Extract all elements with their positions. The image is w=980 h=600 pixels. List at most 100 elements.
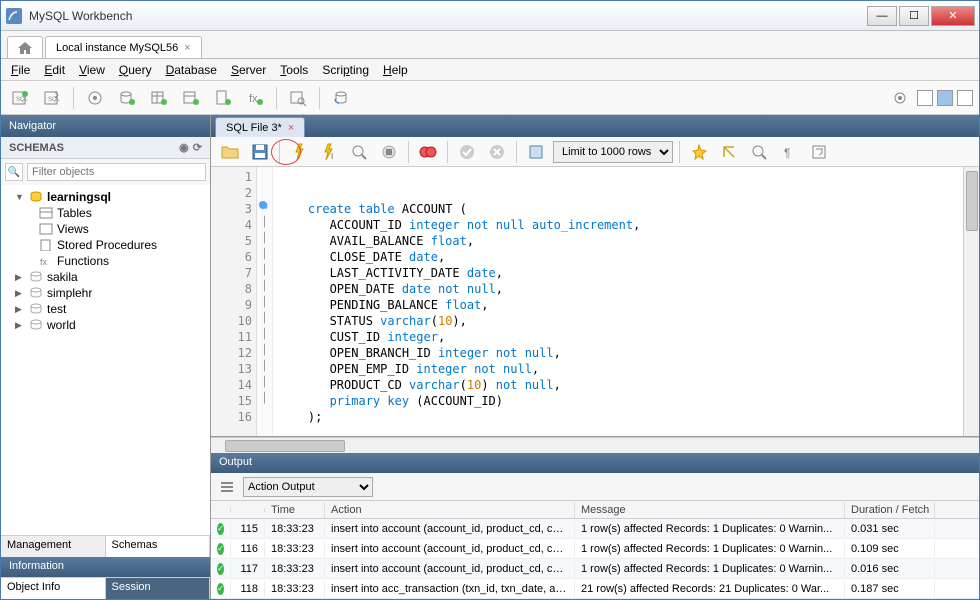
- toggle-limit-button[interactable]: [523, 139, 549, 165]
- menu-database[interactable]: Database: [166, 63, 217, 77]
- output-row[interactable]: ✓11618:33:23insert into account (account…: [211, 539, 979, 559]
- toggle-autocommit-button[interactable]: [415, 139, 441, 165]
- db-simplehr[interactable]: ▶simplehr: [3, 285, 208, 301]
- settings-gear-icon[interactable]: [887, 85, 913, 111]
- menu-query[interactable]: Query: [119, 63, 152, 77]
- editor-vscrollbar[interactable]: [963, 167, 979, 436]
- close-button[interactable]: ✕: [931, 6, 975, 26]
- explain-button[interactable]: [346, 139, 372, 165]
- beautify-button[interactable]: [686, 139, 712, 165]
- tab-schemas[interactable]: Schemas: [106, 536, 211, 557]
- connection-tabstrip: Local instance MySQL56 ×: [1, 31, 979, 59]
- menu-file[interactable]: File: [11, 63, 30, 77]
- find-button[interactable]: [716, 139, 742, 165]
- navigator-panel: Navigator SCHEMAS ◉ ⟳ 🔍 ▼ learningsql: [1, 115, 211, 599]
- inspector-button[interactable]: [82, 85, 108, 111]
- folder-views[interactable]: Views: [3, 221, 208, 237]
- execute-button[interactable]: [286, 139, 312, 165]
- svg-text:SQL: SQL: [16, 97, 29, 103]
- tab-object-info[interactable]: Object Info: [1, 578, 106, 599]
- new-table-button[interactable]: [146, 85, 172, 111]
- breakpoint-marker: [259, 201, 267, 209]
- execute-current-button[interactable]: I: [316, 139, 342, 165]
- folder-tables[interactable]: Tables: [3, 205, 208, 221]
- sql-file-tab[interactable]: SQL File 3* ×: [215, 117, 305, 137]
- schemas-refresh-icon[interactable]: ⟳: [193, 141, 202, 154]
- main-area: SQL File 3* × I Limit to: [211, 115, 979, 599]
- connection-tab[interactable]: Local instance MySQL56 ×: [45, 36, 202, 58]
- svg-text:I: I: [331, 152, 333, 161]
- wrap-button[interactable]: [806, 139, 832, 165]
- toggle-sidebar-button[interactable]: [917, 90, 933, 106]
- navigator-bottom-tabs: Management Schemas: [1, 535, 210, 557]
- menu-tools[interactable]: Tools: [280, 63, 308, 77]
- menu-server[interactable]: Server: [231, 63, 266, 77]
- connection-tab-close-icon[interactable]: ×: [184, 42, 190, 54]
- db-learningsql[interactable]: ▼ learningsql: [3, 189, 208, 205]
- schemas-eye-icon[interactable]: ◉: [179, 141, 189, 154]
- window-controls: — ☐ ✕: [867, 6, 975, 26]
- sql-tab-close-icon[interactable]: ×: [288, 122, 294, 134]
- filter-row: 🔍: [1, 159, 210, 185]
- commit-button[interactable]: [454, 139, 480, 165]
- open-file-button[interactable]: [217, 139, 243, 165]
- minimize-button[interactable]: —: [867, 6, 897, 26]
- db-sakila[interactable]: ▶sakila: [3, 269, 208, 285]
- search-icon-button[interactable]: [746, 139, 772, 165]
- procedures-icon: [39, 239, 53, 251]
- folder-functions[interactable]: fxFunctions: [3, 253, 208, 269]
- home-tab[interactable]: [7, 36, 43, 58]
- sql-tab-label: SQL File 3*: [226, 122, 282, 134]
- output-row[interactable]: ✓11818:33:23insert into acc_transaction …: [211, 579, 979, 599]
- menu-view[interactable]: View: [79, 63, 105, 77]
- svg-text:fx: fx: [40, 257, 48, 267]
- schemas-header: SCHEMAS ◉ ⟳: [1, 137, 210, 159]
- tab-management[interactable]: Management: [1, 536, 106, 557]
- new-schema-button[interactable]: [114, 85, 140, 111]
- line-gutter: 12345678910111213141516: [211, 167, 257, 436]
- output-row[interactable]: ✓11718:33:23insert into account (account…: [211, 559, 979, 579]
- toggle-output-button[interactable]: [957, 90, 973, 106]
- database-icon: [29, 191, 43, 203]
- new-function-button[interactable]: fx: [242, 85, 268, 111]
- row-limit-select[interactable]: Limit to 1000 rows: [553, 141, 673, 163]
- menu-help[interactable]: Help: [383, 63, 408, 77]
- output-row[interactable]: ✓11518:33:23insert into account (account…: [211, 519, 979, 539]
- views-icon: [39, 223, 53, 235]
- db-world[interactable]: ▶world: [3, 317, 208, 333]
- toggle-invisible-button[interactable]: ¶: [776, 139, 802, 165]
- output-type-select[interactable]: Action Output: [243, 477, 373, 497]
- save-button[interactable]: [247, 139, 273, 165]
- editor-hscrollbar[interactable]: [211, 437, 979, 453]
- tab-session[interactable]: Session: [106, 578, 211, 599]
- output-menu-button[interactable]: [217, 477, 237, 497]
- menu-edit[interactable]: Edit: [44, 63, 65, 77]
- stop-button[interactable]: [376, 139, 402, 165]
- filter-search-icon[interactable]: 🔍: [5, 163, 23, 181]
- tables-icon: [39, 207, 53, 219]
- new-procedure-button[interactable]: [210, 85, 236, 111]
- maximize-button[interactable]: ☐: [899, 6, 929, 26]
- reconnect-button[interactable]: [328, 85, 354, 111]
- sql-editor[interactable]: 12345678910111213141516 ⊟││││││││││││ cr…: [211, 167, 979, 437]
- app-window: MySQL Workbench — ☐ ✕ Local instance MyS…: [0, 0, 980, 600]
- folder-stored-procedures[interactable]: Stored Procedures: [3, 237, 208, 253]
- search-table-data-button[interactable]: [285, 85, 311, 111]
- new-view-button[interactable]: [178, 85, 204, 111]
- titlebar: MySQL Workbench — ☐ ✕: [1, 1, 979, 31]
- filter-objects-input[interactable]: [27, 163, 206, 181]
- menu-scripting[interactable]: Scripting: [322, 63, 369, 77]
- schema-tree: ▼ learningsql Tables Views Stored Proced…: [1, 185, 210, 535]
- open-sql-button[interactable]: SQL: [39, 85, 65, 111]
- output-grid-header: Time Action Message Duration / Fetch: [211, 501, 979, 519]
- svg-text:fx: fx: [249, 93, 258, 105]
- code-area[interactable]: create table ACCOUNT ( ACCOUNT_ID intege…: [273, 167, 963, 436]
- toggle-secondary-button[interactable]: [937, 90, 953, 106]
- new-sql-tab-button[interactable]: SQL: [7, 85, 33, 111]
- navigator-header: Navigator: [1, 115, 210, 137]
- rollback-button[interactable]: [484, 139, 510, 165]
- db-test[interactable]: ▶test: [3, 301, 208, 317]
- output-toolbar: Action Output: [211, 473, 979, 501]
- app-title: MySQL Workbench: [29, 9, 867, 23]
- output-header: Output: [211, 453, 979, 473]
